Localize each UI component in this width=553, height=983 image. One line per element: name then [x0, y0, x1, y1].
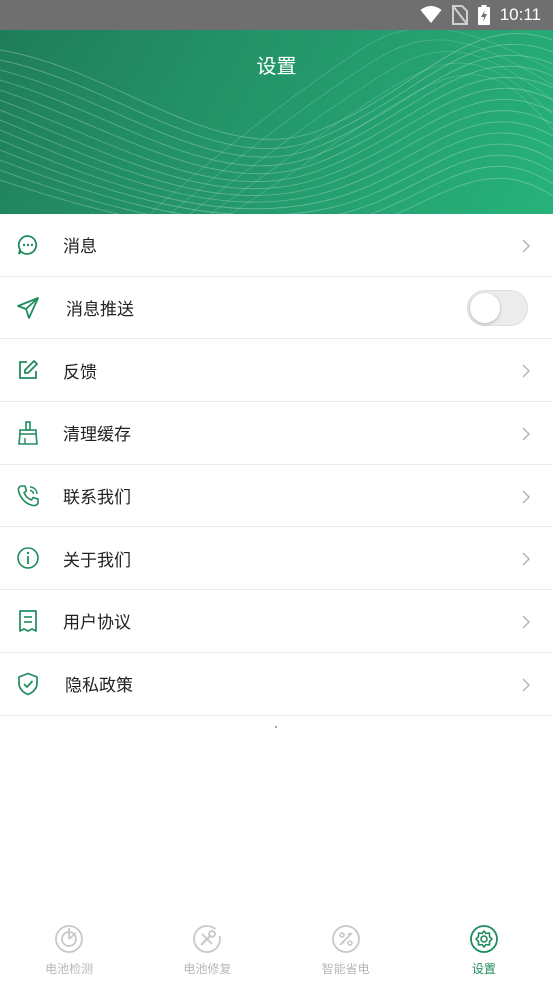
tab-label: 电池检测 — [45, 962, 94, 976]
chevron-right-icon — [521, 426, 531, 441]
menu-item-clear-cache[interactable]: 清理缓存 — [0, 402, 553, 465]
menu-item-privacy-policy[interactable]: 隐私政策 — [0, 653, 553, 716]
menu-item-about-us[interactable]: 关于我们 — [0, 527, 553, 591]
menu-item-label: 关于我们 — [63, 550, 131, 571]
menu-item-messages[interactable]: 消息 — [0, 214, 553, 277]
info-icon — [16, 546, 40, 570]
menu-item-contact-us[interactable]: 联系我们 — [0, 465, 553, 528]
tab-battery-repair[interactable]: 电池修复 — [138, 908, 276, 983]
bottom-tab-bar: 电池检测 电池修复 智能省电 设置 — [0, 908, 553, 983]
menu-item-feedback[interactable]: 反馈 — [0, 339, 553, 403]
broom-icon — [16, 421, 40, 445]
battery-repair-icon — [192, 924, 222, 954]
no-sim-icon — [451, 5, 468, 25]
settings-icon — [469, 924, 499, 954]
battery-detect-icon — [54, 924, 84, 954]
chevron-right-icon — [521, 489, 531, 504]
menu-item-label: 隐私政策 — [65, 676, 133, 697]
smart-save-icon — [331, 924, 361, 954]
menu-item-label: 用户协议 — [63, 613, 131, 634]
menu-item-label: 消息 — [63, 237, 97, 258]
document-icon — [16, 609, 40, 633]
push-toggle[interactable] — [467, 289, 528, 326]
chat-bubble-icon — [16, 233, 40, 257]
page-dot — [275, 726, 277, 728]
chevron-right-icon — [521, 363, 531, 378]
page-title: 设置 — [256, 54, 297, 78]
menu-item-push-notifications: 消息推送 — [0, 277, 553, 340]
tab-label: 智能省电 — [321, 962, 370, 976]
menu-item-label: 反馈 — [63, 362, 97, 383]
tab-label: 设置 — [471, 962, 496, 976]
shield-check-icon — [16, 672, 40, 696]
menu-item-user-agreement[interactable]: 用户协议 — [0, 590, 553, 653]
phone-icon — [16, 484, 40, 508]
edit-icon — [16, 358, 40, 382]
chevron-right-icon — [521, 551, 531, 566]
status-time: 10:11 — [499, 5, 541, 24]
menu-item-label: 清理缓存 — [63, 425, 131, 446]
menu-item-label: 联系我们 — [63, 488, 131, 509]
wifi-icon — [420, 6, 442, 24]
paper-plane-icon — [16, 296, 40, 320]
battery-charging-icon — [477, 5, 490, 25]
status-bar: 10:11 — [0, 0, 553, 30]
tab-smart-save[interactable]: 智能省电 — [277, 908, 415, 983]
tab-label: 电池修复 — [183, 962, 232, 976]
tab-settings[interactable]: 设置 — [415, 908, 553, 983]
tab-battery-detect[interactable]: 电池检测 — [0, 908, 138, 983]
chevron-right-icon — [521, 238, 531, 253]
chevron-right-icon — [521, 677, 531, 692]
menu-item-label: 消息推送 — [66, 300, 134, 321]
toggle-knob — [470, 292, 500, 323]
chevron-right-icon — [521, 614, 531, 629]
settings-header: 设置 — [0, 30, 553, 214]
settings-menu: 消息 消息推送 反馈 清理缓存 联系我们 关于我们 用户协议 隐私政策 — [0, 214, 553, 716]
